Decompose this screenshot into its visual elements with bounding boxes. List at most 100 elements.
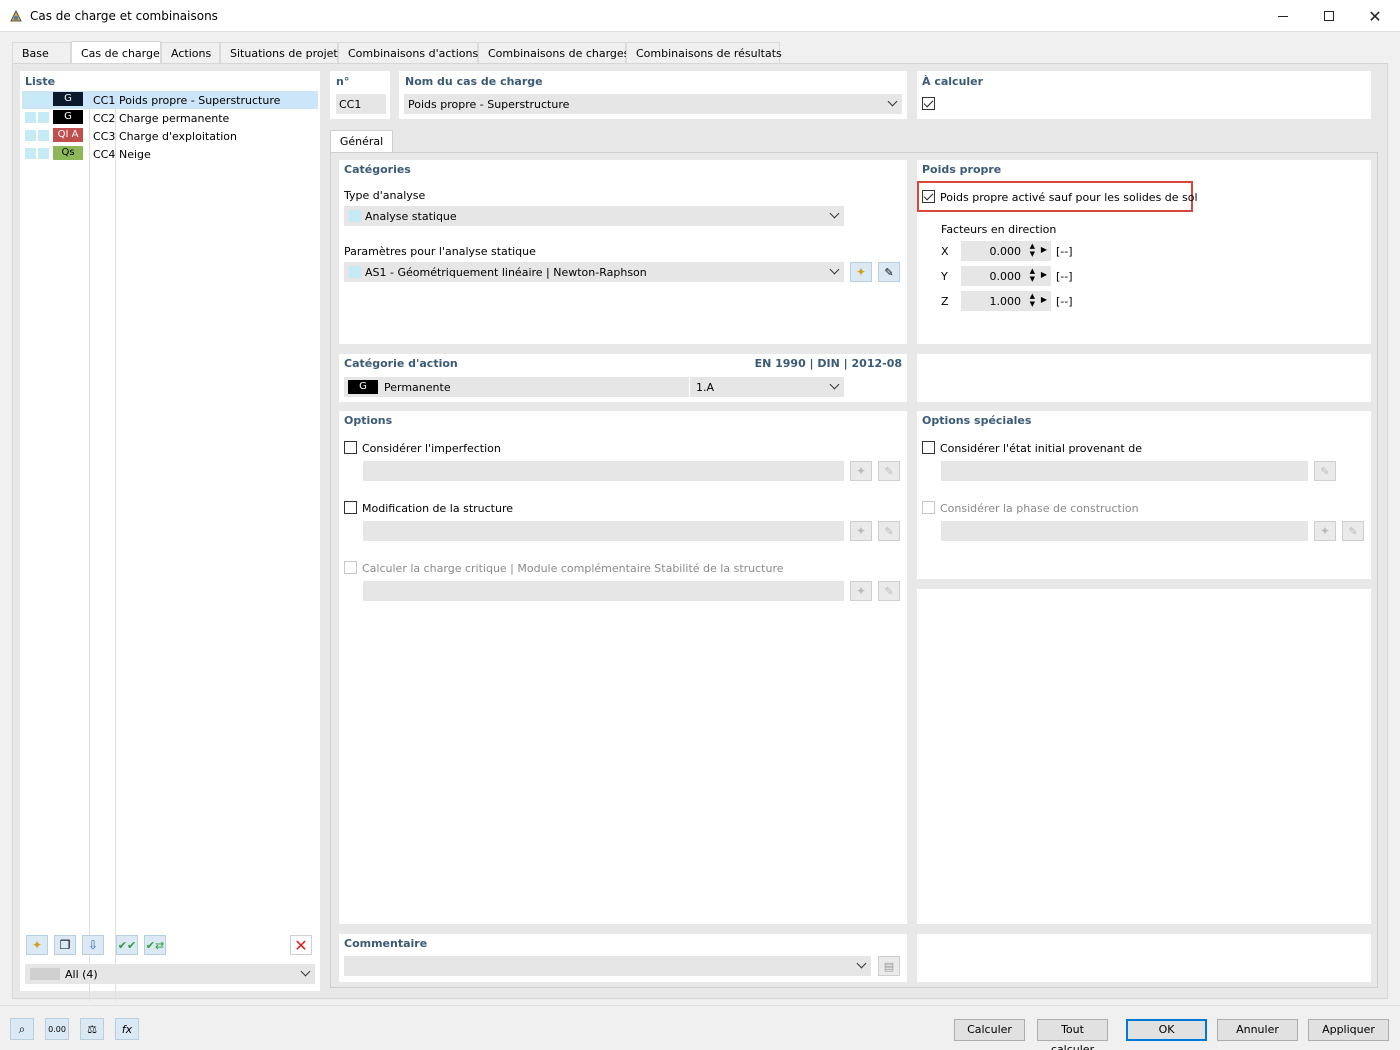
norm-label: EN 1990 | DIN | 2012-08	[754, 357, 902, 370]
close-icon: ✕	[1368, 6, 1382, 26]
name-select[interactable]: Poids propre - Superstructure	[404, 94, 902, 114]
arrow-right-icon[interactable]: ▶	[1041, 295, 1047, 304]
calculate-button[interactable]: Calculer	[954, 1019, 1025, 1041]
factor-unit: [--]	[1056, 295, 1073, 308]
critical-load-checkbox[interactable]	[344, 561, 357, 574]
item-id: CC1	[93, 94, 116, 107]
edit-params-button[interactable]: ✎	[878, 262, 900, 282]
delete-button[interactable]: ✕	[290, 935, 312, 955]
construction-select[interactable]	[941, 521, 1308, 541]
list-item[interactable]: Qs CC4 Neige	[22, 145, 318, 163]
calc-panel: À calculer	[917, 71, 1371, 119]
tab-load-cases[interactable]: Cas de charge	[71, 41, 161, 64]
toggle-check-button[interactable]: ✔⇄	[144, 935, 166, 955]
comment-select[interactable]	[344, 956, 871, 976]
tab-actions[interactable]: Actions	[161, 42, 220, 64]
new-imperfection-button[interactable]: ✦	[850, 461, 872, 481]
name-panel: Nom du cas de charge Poids propre - Supe…	[399, 71, 907, 119]
edit-construction-button[interactable]: ✎	[1342, 521, 1364, 541]
factor-z-input[interactable]: 1.000 ▲ ▼ ▶	[961, 291, 1051, 311]
color-swatch	[25, 148, 36, 159]
edit-modification-button[interactable]: ✎	[878, 521, 900, 541]
chevron-down-icon	[829, 208, 840, 219]
chevron-down-icon	[856, 958, 867, 969]
number-field[interactable]: CC1	[336, 94, 386, 114]
self-weight-checkbox[interactable]	[922, 190, 935, 203]
categories-panel: Catégories Type d'analyse Analyse statiq…	[339, 160, 907, 344]
list-item[interactable]: G CC1 Poids propre - Superstructure	[22, 91, 318, 109]
units-button[interactable]: ⚖	[80, 1018, 104, 1040]
filter-select[interactable]: All (4)	[25, 964, 315, 984]
static-params-label: Paramètres pour l'analyse statique	[344, 245, 536, 258]
cancel-button[interactable]: Annuler	[1217, 1019, 1298, 1041]
new-load-case-button[interactable]: ✦	[26, 935, 48, 955]
new-critical-button[interactable]: ✦	[850, 581, 872, 601]
tab-base[interactable]: Base	[12, 42, 71, 64]
static-params-select[interactable]: AS1 - Géométriquement linéaire | Newton-…	[344, 262, 844, 282]
critical-load-label: Calculer la charge critique | Module com…	[362, 562, 784, 575]
edit-icon: ✎	[884, 265, 894, 279]
close-button[interactable]: ✕	[1352, 0, 1398, 32]
factor-z-value: 1.000	[989, 295, 1022, 308]
factor-x-input[interactable]: 0.000 ▲ ▼ ▶	[961, 241, 1051, 261]
new-construction-button[interactable]: ✦	[1314, 521, 1336, 541]
color-swatch	[25, 94, 36, 105]
imperfection-checkbox[interactable]	[344, 441, 357, 454]
search-button[interactable]: ⌕	[10, 1018, 34, 1040]
modification-select[interactable]	[363, 521, 844, 541]
arrow-right-icon[interactable]: ▶	[1041, 245, 1047, 254]
comment-library-button[interactable]: ▤	[878, 956, 900, 976]
new-params-button[interactable]: ✦	[850, 262, 872, 282]
color-swatch	[25, 112, 36, 123]
apply-button[interactable]: Appliquer	[1308, 1019, 1389, 1041]
list-item[interactable]: G CC2 Charge permanente	[22, 109, 318, 127]
edit-icon: ✎	[884, 464, 894, 478]
list-divider	[115, 91, 116, 1001]
analysis-type-select[interactable]: Analyse statique	[344, 206, 844, 226]
units-icon: ⚖	[87, 1022, 97, 1036]
tab-general[interactable]: Général	[330, 130, 393, 153]
chevron-down-icon	[300, 966, 311, 977]
spinner-icon[interactable]: ▲ ▼	[1030, 267, 1035, 283]
number-format-button[interactable]: 0.00	[45, 1018, 69, 1040]
arrow-right-icon[interactable]: ▶	[1041, 270, 1047, 279]
number-label: n°	[336, 75, 350, 88]
edit-imperfection-button[interactable]: ✎	[878, 461, 900, 481]
spinner-icon[interactable]: ▲ ▼	[1030, 242, 1035, 258]
item-name: Charge permanente	[119, 112, 230, 125]
analysis-type-value: Analyse statique	[365, 210, 457, 223]
formula-button[interactable]: fx	[115, 1018, 139, 1040]
maximize-button[interactable]	[1306, 0, 1352, 32]
ok-button[interactable]: OK	[1126, 1019, 1207, 1041]
factor-y-input[interactable]: 0.000 ▲ ▼ ▶	[961, 266, 1051, 286]
edit-critical-button[interactable]: ✎	[878, 581, 900, 601]
critical-load-select[interactable]	[363, 581, 844, 601]
calculate-all-button[interactable]: Tout calculer	[1037, 1019, 1108, 1050]
tab-result-combinations[interactable]: Combinaisons de résultats	[626, 42, 782, 64]
tab-design-situations[interactable]: Situations de projet	[220, 42, 338, 64]
edit-initial-state-button[interactable]: ✎	[1314, 461, 1336, 481]
list-item[interactable]: QI A CC3 Charge d'exploitation	[22, 127, 318, 145]
calc-checkbox[interactable]	[922, 97, 935, 110]
import-button[interactable]: ⇩	[82, 935, 104, 955]
initial-state-checkbox[interactable]	[922, 441, 935, 454]
new-modification-button[interactable]: ✦	[850, 521, 872, 541]
library-icon: ▤	[883, 959, 895, 973]
name-value: Poids propre - Superstructure	[408, 98, 570, 111]
modification-checkbox[interactable]	[344, 501, 357, 514]
initial-state-label: Considérer l'état initial provenant de	[940, 442, 1142, 455]
construction-checkbox[interactable]	[922, 501, 935, 514]
spinner-icon[interactable]: ▲ ▼	[1030, 292, 1035, 308]
tab-action-combinations[interactable]: Combinaisons d'actions	[338, 42, 478, 64]
minimize-button[interactable]	[1260, 0, 1306, 32]
check-all-button[interactable]: ✔✔	[116, 935, 138, 955]
empty-panel	[917, 354, 1371, 402]
action-category-select[interactable]: G Permanente 1.A	[344, 377, 844, 397]
copy-button[interactable]: ❐	[54, 935, 76, 955]
new-icon: ✦	[1319, 524, 1331, 538]
initial-state-select[interactable]	[941, 461, 1308, 481]
action-badge: Qs	[53, 146, 83, 160]
modification-label: Modification de la structure	[362, 502, 514, 515]
tab-load-combinations[interactable]: Combinaisons de charges	[478, 42, 629, 64]
imperfection-select[interactable]	[363, 461, 844, 481]
